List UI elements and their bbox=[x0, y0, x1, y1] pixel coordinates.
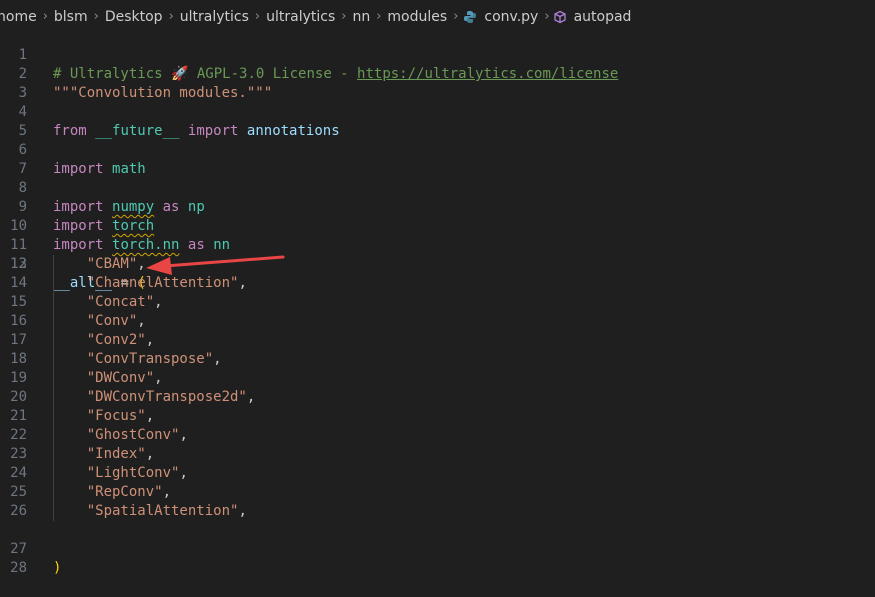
line-number: 28 bbox=[10, 560, 27, 576]
annotation-arrow-icon bbox=[146, 255, 285, 275]
close-paren: ) bbox=[53, 560, 62, 576]
